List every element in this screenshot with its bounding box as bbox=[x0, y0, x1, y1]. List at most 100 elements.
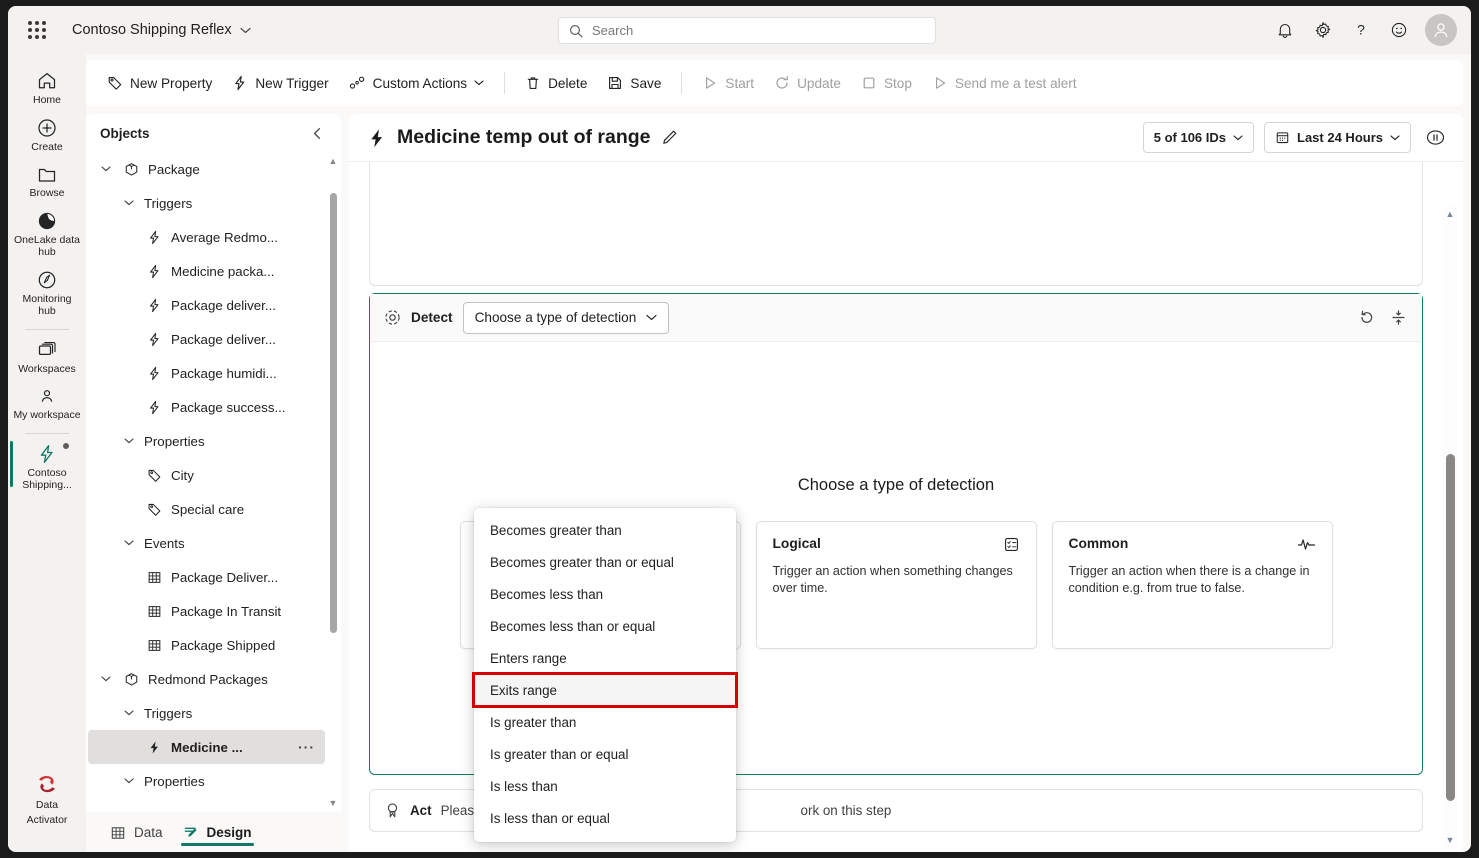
tree-node-trigger-medicine-selected[interactable]: Medicine ... ··· bbox=[88, 730, 325, 764]
menu-item-exits-range[interactable]: Exits range bbox=[472, 672, 738, 708]
tree-node-property-city[interactable]: City bbox=[88, 458, 325, 492]
scroll-up-arrow-icon[interactable]: ▲ bbox=[1446, 206, 1455, 222]
tree-node-label: Average Redmo... bbox=[171, 229, 278, 245]
undo-step-button[interactable] bbox=[1352, 304, 1380, 332]
tab-design[interactable]: Design bbox=[175, 819, 260, 846]
tab-data-label: Data bbox=[134, 825, 163, 840]
chevron-down-icon[interactable] bbox=[121, 710, 137, 716]
app-launcher-icon[interactable] bbox=[24, 17, 50, 43]
tree-node-property-special-care[interactable]: Special care bbox=[88, 492, 325, 526]
sidebar-item-my-workspace[interactable]: My workspace bbox=[11, 379, 83, 426]
sidebar-item-contoso-shipping[interactable]: Contoso Shipping... bbox=[10, 437, 83, 496]
scroll-down-arrow-icon[interactable]: ▼ bbox=[329, 798, 338, 808]
tree-node-redmond-triggers[interactable]: Triggers bbox=[88, 696, 325, 730]
new-trigger-button[interactable]: New Trigger bbox=[223, 70, 337, 96]
account-avatar[interactable] bbox=[1425, 14, 1457, 46]
tree-node-label: City bbox=[171, 467, 194, 483]
menu-item-is-greater-than-or-equal[interactable]: Is greater than or equal bbox=[474, 738, 736, 770]
canvas-scrollbar[interactable]: ▲ ▼ bbox=[1443, 206, 1457, 848]
workspace-title-dropdown[interactable]: Contoso Shipping Reflex bbox=[72, 22, 251, 38]
onelake-icon bbox=[36, 210, 58, 232]
menu-item-becomes-greater-than[interactable]: Becomes greater than bbox=[474, 514, 736, 546]
tab-data[interactable]: Data bbox=[102, 819, 171, 846]
start-button[interactable]: Start bbox=[693, 70, 763, 96]
menu-item-label: Is less than or equal bbox=[490, 810, 610, 826]
collapse-step-button[interactable] bbox=[1384, 304, 1412, 332]
menu-item-is-less-than[interactable]: Is less than bbox=[474, 770, 736, 802]
scrollbar-thumb[interactable] bbox=[329, 193, 337, 633]
pause-refresh-button[interactable] bbox=[1421, 124, 1449, 152]
menu-item-becomes-greater-than-or-equal[interactable]: Becomes greater than or equal bbox=[474, 546, 736, 578]
monitoring-icon bbox=[36, 269, 58, 291]
chevron-down-icon[interactable] bbox=[121, 778, 137, 784]
scrollbar-thumb[interactable] bbox=[1445, 453, 1455, 802]
chevron-down-icon[interactable] bbox=[98, 166, 114, 172]
sidebar-item-label: Contoso Shipping... bbox=[22, 466, 72, 492]
scroll-up-arrow-icon[interactable]: ▲ bbox=[329, 156, 338, 166]
tree-node-trigger-package-delivery-2[interactable]: Package deliver... bbox=[88, 322, 325, 356]
pencil-icon[interactable] bbox=[661, 129, 678, 146]
tree-node-trigger-package-humidity[interactable]: Package humidi... bbox=[88, 356, 325, 390]
tree-node-event-package-delivered[interactable]: Package Deliver... bbox=[88, 560, 325, 594]
sidebar-item-onelake-data-hub[interactable]: OneLake data hub bbox=[11, 204, 83, 263]
scrollbar-track[interactable] bbox=[1445, 222, 1455, 832]
tree-node-event-package-in-transit[interactable]: Package In Transit bbox=[88, 594, 325, 628]
home-icon bbox=[36, 70, 58, 92]
tree-node-package-triggers[interactable]: Triggers bbox=[88, 186, 325, 220]
send-test-alert-button[interactable]: Send me a test alert bbox=[923, 70, 1086, 96]
menu-item-is-less-than-or-equal[interactable]: Is less than or equal bbox=[474, 802, 736, 834]
page-title: Medicine temp out of range bbox=[367, 126, 678, 149]
stop-button[interactable]: Stop bbox=[852, 70, 921, 96]
objects-tree-scrollbar[interactable]: ▲ ▼ bbox=[327, 156, 339, 808]
ribbon-divider bbox=[504, 72, 506, 94]
sidebar-item-browse[interactable]: Browse bbox=[11, 157, 83, 204]
menu-item-is-greater-than[interactable]: Is greater than bbox=[474, 706, 736, 738]
menu-item-enters-range[interactable]: Enters range bbox=[474, 642, 736, 674]
chevron-down-icon[interactable] bbox=[121, 200, 137, 206]
play-icon bbox=[932, 75, 948, 91]
sidebar-item-home[interactable]: Home bbox=[11, 64, 83, 111]
chevron-down-icon[interactable] bbox=[121, 540, 137, 546]
sidebar-item-label: Browse bbox=[29, 187, 65, 199]
detection-card-common[interactable]: Common Trigger an action when there is a… bbox=[1051, 521, 1333, 649]
settings-icon[interactable] bbox=[1307, 14, 1339, 46]
data-activator-product-badge[interactable]: Data Activator bbox=[11, 765, 83, 830]
tree-node-redmond-properties[interactable]: Properties bbox=[88, 764, 325, 798]
tree-node-package-events[interactable]: Events bbox=[88, 526, 325, 560]
sidebar-item-workspaces[interactable]: Workspaces bbox=[11, 333, 83, 380]
plus-circle-icon bbox=[36, 117, 58, 139]
global-search-box[interactable] bbox=[558, 17, 936, 44]
tree-node-overflow-icon[interactable]: ··· bbox=[294, 739, 319, 755]
chevron-down-icon bbox=[240, 27, 251, 34]
scrollbar-track[interactable] bbox=[329, 168, 337, 796]
id-filter-dropdown[interactable]: 5 of 106 IDs bbox=[1142, 122, 1255, 153]
notifications-icon[interactable] bbox=[1269, 14, 1301, 46]
search-input[interactable] bbox=[592, 23, 925, 38]
menu-item-becomes-less-than-or-equal[interactable]: Becomes less than or equal bbox=[474, 610, 736, 642]
tree-node-trigger-medicine-package[interactable]: Medicine packa... bbox=[88, 254, 325, 288]
custom-actions-button[interactable]: Custom Actions bbox=[340, 70, 493, 96]
detection-type-select[interactable]: Choose a type of detection bbox=[462, 301, 670, 334]
update-button[interactable]: Update bbox=[765, 70, 850, 96]
sidebar-item-create[interactable]: Create bbox=[11, 111, 83, 158]
menu-item-becomes-less-than[interactable]: Becomes less than bbox=[474, 578, 736, 610]
chevron-down-icon[interactable] bbox=[98, 676, 114, 682]
delete-button[interactable]: Delete bbox=[516, 70, 596, 96]
sidebar-item-monitoring-hub[interactable]: Monitoring hub bbox=[11, 263, 83, 322]
collapse-objects-panel-button[interactable] bbox=[305, 121, 329, 145]
time-range-dropdown[interactable]: Last 24 Hours bbox=[1264, 122, 1411, 153]
new-property-button[interactable]: New Property bbox=[98, 70, 221, 96]
help-icon[interactable]: ? bbox=[1345, 14, 1377, 46]
tree-node-trigger-average-redmond[interactable]: Average Redmo... bbox=[88, 220, 325, 254]
tree-node-package[interactable]: Package bbox=[88, 152, 325, 186]
scroll-down-arrow-icon[interactable]: ▼ bbox=[1446, 832, 1455, 848]
tree-node-event-package-shipped[interactable]: Package Shipped bbox=[88, 628, 325, 662]
feedback-icon[interactable] bbox=[1383, 14, 1415, 46]
chevron-down-icon[interactable] bbox=[121, 438, 137, 444]
tree-node-trigger-package-delivery-1[interactable]: Package deliver... bbox=[88, 288, 325, 322]
tree-node-package-properties[interactable]: Properties bbox=[88, 424, 325, 458]
tree-node-trigger-package-success[interactable]: Package success... bbox=[88, 390, 325, 424]
save-button[interactable]: Save bbox=[598, 70, 670, 96]
detection-card-logical[interactable]: Logical Trigger an action when something… bbox=[755, 521, 1037, 649]
tree-node-redmond-packages[interactable]: Redmond Packages bbox=[88, 662, 325, 696]
